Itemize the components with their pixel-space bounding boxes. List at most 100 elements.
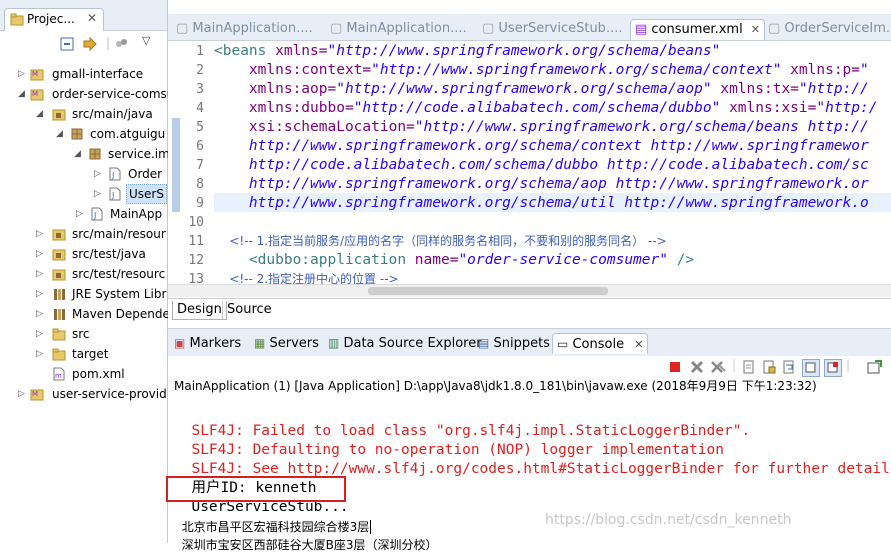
tab-project-explorer[interactable]: Projec... ✕ — [4, 8, 104, 31]
maven-project-icon: M — [30, 89, 44, 101]
tab-design[interactable]: Design — [172, 301, 227, 320]
tree-item-src-test-java[interactable]: ▷ src/test/java — [0, 244, 167, 264]
editor-tabbar: ▢ MainApplication.... ▢ MainApplication.… — [168, 14, 891, 41]
link-with-editor-icon[interactable] — [82, 37, 98, 51]
collapse-all-icon[interactable] — [60, 37, 74, 51]
xml-editor[interactable]: 1 2 3 4 5 6 7 8 9 10 11 12 13 <beans xml… — [168, 41, 891, 296]
console-icon: ▭ — [557, 337, 569, 351]
line-number: 5 — [196, 120, 204, 135]
tree-item-src-main-java[interactable]: ◢ src/main/java — [0, 104, 167, 124]
tree-item-gmall-interface[interactable]: ▷ M gmall-interface — [0, 64, 167, 84]
console-line: 深圳市宝安区西部硅谷大厦B座3层（深圳分校） — [174, 517, 438, 552]
editor-tab-mainapplication-1[interactable]: ▢ MainApplication.... — [172, 19, 317, 39]
data-source-icon: ▥ — [328, 336, 340, 350]
expand-icon[interactable]: ▷ — [36, 224, 46, 244]
tree-item-jre-system-library[interactable]: ▷ JRE System Libr — [0, 284, 167, 304]
xml-attr: xmlns:context= — [214, 62, 372, 78]
console-toolbar: | | — [168, 356, 891, 378]
close-icon[interactable]: ✕ — [751, 23, 760, 36]
xml-value: " — [860, 62, 869, 78]
source-folder-icon — [52, 269, 66, 281]
tree-item-mainapp[interactable]: ▷ J MainApp — [0, 204, 167, 224]
word-wrap-icon[interactable] — [782, 360, 798, 376]
tree-item-order-java[interactable]: ▷ J Order — [0, 164, 167, 184]
tree-item-src-test-resources[interactable]: ▷ src/test/resourc — [0, 264, 167, 284]
svg-text:M: M — [32, 90, 38, 98]
divider: | — [106, 36, 111, 50]
tab-console[interactable]: ▭ Console ✕ — [552, 333, 649, 354]
svg-text:m: m — [55, 372, 62, 380]
expand-icon[interactable]: ▷ — [36, 284, 46, 304]
expand-icon[interactable]: ▷ — [18, 64, 28, 84]
tree-item-userservice-java[interactable]: ▷ J UserS — [0, 184, 167, 204]
xml-value: "http://www.springframework.org/schema/b… — [414, 119, 869, 135]
collapse-icon[interactable]: ◢ — [56, 124, 66, 144]
expand-icon[interactable]: ▷ — [36, 264, 46, 284]
expand-icon[interactable]: ▷ — [94, 184, 104, 204]
editor-tab-mainapplication-2[interactable]: ▢ MainApplication.... — [326, 19, 471, 39]
svg-text:J: J — [111, 191, 114, 200]
tree-item-pom-xml[interactable]: m pom.xml — [0, 364, 167, 384]
folder-icon — [52, 328, 66, 341]
view-menu-icon[interactable]: ▽ — [142, 34, 150, 47]
xml-attr: xmlns= — [266, 43, 328, 59]
close-icon[interactable]: ✕ — [634, 338, 643, 351]
tab-source[interactable]: Source — [222, 301, 276, 319]
markers-icon: ▣ — [174, 336, 186, 350]
code-line: xmlns:aop="http://www.springframework.or… — [214, 80, 869, 99]
open-console-icon[interactable] — [866, 360, 882, 376]
terminate-icon[interactable] — [668, 360, 684, 376]
code-line: <dubbo:application name="order-service-c… — [214, 251, 694, 270]
code-line: xsi:schemaLocation="http://www.springfra… — [214, 118, 869, 137]
tree-item-label: Maven Depende — [72, 307, 170, 321]
code-line: xmlns:context="http://www.springframewor… — [214, 61, 869, 80]
editor-tab-userservicestub[interactable]: ▢ UserServiceStub.... — [478, 19, 626, 39]
tree-item-label: src — [72, 327, 90, 341]
tree-item-target[interactable]: ▷ target — [0, 344, 167, 364]
tree-item-user-service-provider[interactable]: ▷ M user-service-provid — [0, 384, 167, 404]
tree-item-src-main-resources[interactable]: ▷ src/main/resour — [0, 224, 167, 244]
collapse-icon[interactable]: ◢ — [36, 104, 46, 124]
pin-console-icon[interactable] — [802, 359, 820, 377]
editor-tab-consumer-xml[interactable]: ▤ consumer.xml ✕ — [630, 19, 765, 40]
code-line: <!-- 1.指定当前服务/应用的名字（同样的服务名相同，不要和别的服务同名） … — [214, 232, 666, 251]
tree-item-service-impl[interactable]: ◢ service.im — [0, 144, 170, 164]
tab-servers[interactable]: ▦ Servers — [254, 333, 319, 353]
tree-item-label: gmall-interface — [52, 67, 144, 81]
code-line: <beans xmlns="http://www.springframework… — [214, 42, 720, 61]
line-number: 1 — [196, 44, 204, 59]
tree-item-maven-dependencies[interactable]: ▷ Maven Depende — [0, 304, 170, 324]
tree-item-order-service[interactable]: ◢ M order-service-comsu — [0, 84, 174, 104]
close-icon[interactable]: ✕ — [87, 11, 97, 25]
folding-marker — [172, 118, 180, 212]
tab-data-source-explorer[interactable]: ▥ Data Source Explorer — [328, 333, 482, 353]
expand-icon[interactable]: ▷ — [94, 164, 104, 184]
editor-horizontal-scrollbar[interactable] — [168, 284, 891, 297]
xml-value: "order-service-comsumer" — [458, 252, 668, 268]
tab-markers[interactable]: ▣ Markers — [174, 333, 241, 353]
collapse-icon[interactable]: ◢ — [18, 84, 28, 104]
tree-item-src[interactable]: ▷ src — [0, 324, 167, 344]
xml-attr: xmlns:xsi= — [720, 100, 817, 116]
scrollbar-thumb[interactable] — [368, 287, 608, 295]
svg-text:M: M — [32, 390, 38, 398]
scroll-lock-icon[interactable] — [762, 360, 778, 376]
line-number: 2 — [196, 63, 204, 78]
java-file-icon: ▢ — [176, 21, 193, 36]
remove-all-terminated-icon[interactable] — [710, 360, 726, 376]
clear-console-icon[interactable] — [742, 360, 758, 376]
expand-icon[interactable]: ▷ — [18, 384, 28, 404]
expand-icon[interactable]: ▷ — [36, 244, 46, 264]
expand-icon[interactable]: ▷ — [76, 204, 86, 224]
collapse-icon[interactable]: ◢ — [74, 144, 84, 164]
expand-icon[interactable]: ▷ — [36, 324, 46, 344]
tab-snippets[interactable]: ▤ Snippets — [478, 333, 550, 353]
remove-launch-icon[interactable] — [690, 360, 706, 376]
view-menu-group-icon[interactable] — [114, 37, 128, 51]
folder-icon — [52, 348, 66, 361]
expand-icon[interactable]: ▷ — [36, 304, 46, 324]
tree-item-com-atguigu[interactable]: ◢ com.atguigu — [0, 124, 167, 144]
editor-tab-orderserviceimpl[interactable]: ▢ OrderServiceIm... — [764, 19, 891, 39]
expand-icon[interactable]: ▷ — [36, 344, 46, 364]
display-selected-console-icon[interactable] — [824, 359, 842, 377]
